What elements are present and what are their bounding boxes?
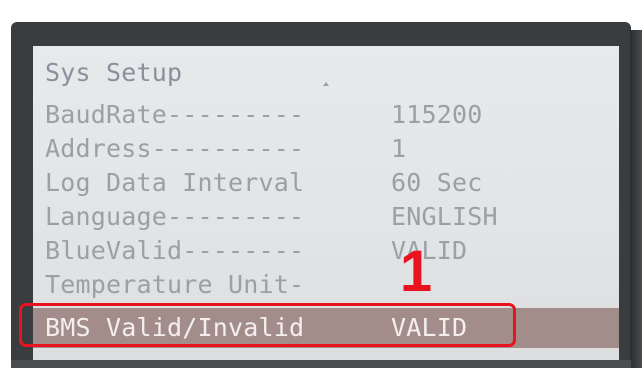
- menu-item-log-data-interval[interactable]: Log Data Interval 60 Sec: [33, 166, 619, 200]
- annotation-callout-number: 1: [399, 239, 433, 304]
- menu-item-address[interactable]: Address---------- 1: [33, 132, 619, 166]
- scroll-up-indicator-icon: [323, 82, 329, 86]
- menu-item-label: Language---------: [45, 202, 305, 231]
- menu-item-baudrate[interactable]: BaudRate--------- 115200: [33, 98, 619, 132]
- device-bezel-bottom: [11, 360, 631, 368]
- menu-item-bluevalid[interactable]: BlueValid-------- VALID: [33, 234, 619, 268]
- menu-item-value: 1: [391, 134, 407, 163]
- menu-item-value: ENGLISH: [391, 202, 498, 231]
- menu-item-label: BlueValid--------: [45, 236, 305, 265]
- annotation-highlight-box: [19, 303, 516, 347]
- menu-item-label: Log Data Interval: [45, 168, 305, 197]
- menu-item-temperature-unit[interactable]: Temperature Unit-: [33, 268, 619, 302]
- menu-item-value: 60 Sec: [391, 168, 483, 197]
- device-bezel-edge: [630, 30, 642, 368]
- menu-item-value: 115200: [391, 100, 483, 129]
- menu-item-label: Temperature Unit-: [45, 270, 305, 299]
- menu-title-text: Sys Setup: [45, 58, 183, 87]
- menu-item-language[interactable]: Language--------- ENGLISH: [33, 200, 619, 234]
- menu-item-label: BaudRate---------: [45, 100, 305, 129]
- menu-item-label: Address----------: [45, 134, 305, 163]
